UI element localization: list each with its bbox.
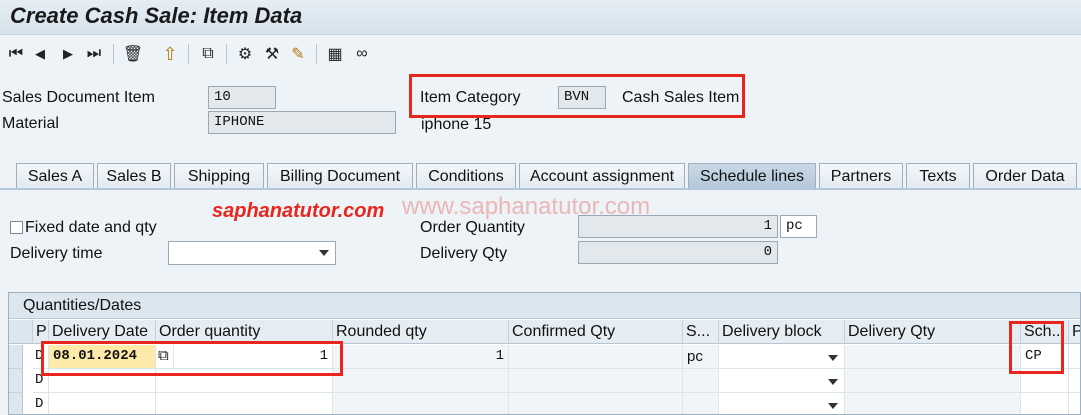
up-icon[interactable]: ⇧ [160, 44, 180, 64]
order-quantity-label: Order Quantity [420, 219, 525, 236]
row-selector[interactable] [9, 345, 23, 369]
cell-rounded-qty: 1 [333, 345, 509, 369]
delivery-time-label: Delivery time [10, 245, 103, 262]
cell-delivery-date[interactable] [49, 393, 156, 414]
tab-order-data[interactable]: Order Data [973, 163, 1077, 189]
tab-billing-document[interactable]: Billing Document [267, 163, 413, 189]
table-title: Quantities/Dates [9, 293, 1080, 319]
highlight-box-item-category [409, 74, 745, 118]
glasses-icon[interactable]: ∞ [352, 44, 372, 64]
column-header-confirmed-qty[interactable]: Confirmed Qty [509, 320, 683, 344]
tab-sales-b[interactable]: Sales B [97, 163, 171, 189]
delivery-qty-label: Delivery Qty [420, 245, 508, 262]
cell-confirmed-qty [509, 393, 683, 414]
cell-p: D [33, 393, 49, 414]
delivery-time-dropdown[interactable] [168, 241, 336, 265]
cell-sales-unit [683, 393, 719, 414]
chevron-down-icon [828, 403, 838, 409]
chevron-down-icon [828, 355, 838, 361]
row-selector[interactable] [9, 393, 23, 414]
watermark-brand: saphanatutor.com [212, 200, 385, 222]
cell-pr [1069, 369, 1080, 393]
cell-pr [1069, 393, 1080, 414]
tab-shipping[interactable]: Shipping [174, 163, 264, 189]
tab-sales-a[interactable]: Sales A [16, 163, 94, 189]
material-label: Material [2, 115, 59, 132]
cell-delivery-block[interactable] [719, 369, 845, 393]
cell-sales-unit: pc [683, 345, 719, 369]
cell-order-quantity[interactable] [156, 393, 333, 414]
tab-underline [0, 188, 1081, 190]
fixed-date-label: Fixed date and qty [25, 219, 157, 236]
tab-partners[interactable]: Partners [819, 163, 903, 189]
copy-icon[interactable]: ⧉ [198, 44, 218, 64]
tools-icon[interactable]: ⚒ [262, 44, 282, 64]
tab-schedule-lines[interactable]: Schedule lines [688, 163, 816, 189]
toolbar: ⏮ ◀ ▶ ⏭ 🗑 ⇧ ⧉ ⚙ ⚒ ✎ ▦ ∞ [0, 36, 1081, 72]
tab-account-assignment[interactable]: Account assignment [519, 163, 685, 189]
sales-doc-item-field: 10 [208, 86, 276, 109]
configure-icon[interactable]: ⚙ [235, 44, 255, 64]
cell-sales-unit [683, 369, 719, 393]
row-selector[interactable] [9, 369, 23, 393]
cell-delivery-qty [845, 393, 1021, 414]
toolbar-separator [316, 44, 317, 64]
column-header-rounded-qty[interactable]: Rounded qty [333, 320, 509, 344]
highlight-box-date-quantity [41, 341, 343, 376]
fixed-date-checkbox[interactable] [10, 221, 23, 234]
cell-rounded-qty [333, 369, 509, 393]
first-icon[interactable]: ⏮ [8, 44, 24, 64]
page-title: Create Cash Sale: Item Data [10, 3, 303, 28]
last-icon[interactable]: ⏭ [86, 44, 102, 64]
cell-schedule-line-category[interactable] [1021, 393, 1069, 414]
tab-texts[interactable]: Texts [906, 163, 970, 189]
tab-strip: Sales A Sales B Shipping Billing Documen… [0, 163, 1081, 189]
delete-icon[interactable]: 🗑 [123, 44, 143, 64]
previous-icon[interactable]: ◀ [32, 44, 48, 64]
next-icon[interactable]: ▶ [60, 44, 76, 64]
order-quantity-unit-field[interactable]: pc [780, 215, 817, 238]
chevron-down-icon [319, 250, 329, 256]
delivery-qty-field: 0 [578, 241, 778, 264]
toolbar-separator [188, 44, 189, 64]
column-header-sales-unit[interactable]: S... [683, 320, 719, 344]
row-selector-header[interactable] [9, 320, 33, 344]
chevron-down-icon [828, 379, 838, 385]
toolbar-separator [113, 44, 114, 64]
material-description: iphone 15 [421, 116, 492, 133]
cell-delivery-block[interactable] [719, 345, 845, 369]
cell-delivery-block[interactable] [719, 393, 845, 414]
tab-conditions[interactable]: Conditions [416, 163, 516, 189]
cell-delivery-qty [845, 345, 1021, 369]
calculator-icon[interactable]: ▦ [326, 44, 344, 64]
column-header-delivery-qty[interactable]: Delivery Qty [845, 320, 1021, 344]
cell-pr [1069, 345, 1080, 369]
highlight-box-schedule-category [1009, 321, 1064, 374]
edit-icon[interactable]: ✎ [288, 44, 308, 64]
material-field: IPHONE [208, 111, 396, 134]
cell-confirmed-qty [509, 345, 683, 369]
sales-doc-item-label: Sales Document Item [2, 89, 155, 106]
cell-delivery-qty [845, 369, 1021, 393]
cell-rounded-qty [333, 393, 509, 414]
column-header-delivery-block[interactable]: Delivery block [719, 320, 845, 344]
cell-confirmed-qty [509, 369, 683, 393]
order-quantity-field: 1 [578, 215, 778, 238]
title-bar: Create Cash Sale: Item Data [0, 0, 1081, 35]
column-header-pr[interactable]: Pr [1069, 320, 1080, 344]
toolbar-separator [226, 44, 227, 64]
